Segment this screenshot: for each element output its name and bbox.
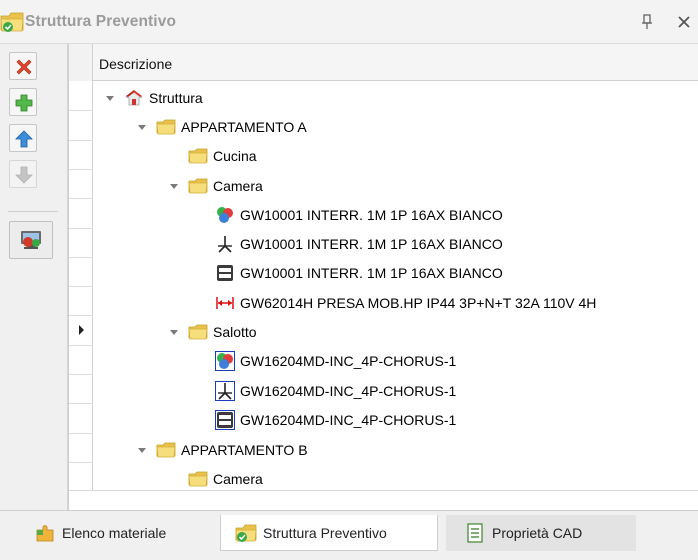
tree-node-label: GW62014H PRESA MOB.HP IP44 3P+N+T 32A 11… [240, 294, 597, 311]
tree-grid: Descrizione Struttura APPARTAMENTO A Cuc… [68, 44, 698, 510]
folder-icon [156, 117, 176, 137]
column-header-descrizione[interactable]: Descrizione [99, 56, 172, 72]
green-plus-icon [15, 94, 33, 112]
tree-node[interactable]: Salotto [169, 317, 257, 346]
tree-node-label: Struttura [149, 89, 203, 106]
tab-label: Proprietà CAD [492, 525, 583, 541]
bottom-tab-bar: Elenco materiale Struttura Preventivo Pr… [0, 510, 698, 560]
blue-up-arrow-icon [15, 130, 33, 148]
tree-node[interactable]: GW10001 INTERR. 1M 1P 16AX BIANCO [215, 200, 503, 229]
tree-node[interactable]: Camera [169, 171, 263, 200]
tree-node[interactable]: GW16204MD-INC_4P-CHORUS-1 [215, 405, 456, 434]
tree-node[interactable]: Cucina [188, 141, 257, 170]
panel-title: Struttura Preventivo [25, 13, 177, 30]
outlet-box-icon [215, 263, 235, 283]
chevron-down-icon[interactable] [169, 181, 179, 191]
chevron-down-icon[interactable] [137, 445, 147, 455]
tree-node[interactable]: GW10001 INTERR. 1M 1P 16AX BIANCO [215, 229, 503, 258]
tree-node-label: APPARTAMENTO A [181, 118, 307, 135]
row-separator [69, 403, 93, 404]
tab-label: Struttura Preventivo [263, 524, 387, 541]
import-button[interactable] [9, 221, 53, 259]
row-separator [69, 286, 93, 287]
tree-node[interactable]: APPARTAMENTO B [137, 435, 308, 464]
row-separator [69, 345, 93, 346]
tree-node-label: Cucina [213, 147, 257, 164]
tree-node-label: GW10001 INTERR. 1M 1P 16AX BIANCO [240, 206, 503, 223]
tab-proprieta-cad[interactable]: Proprietà CAD [446, 515, 636, 551]
row-separator [69, 198, 93, 199]
tree-node[interactable]: GW16204MD-INC_4P-CHORUS-1 [215, 376, 456, 405]
pin-icon[interactable] [640, 14, 654, 30]
outlet-box-icon [215, 409, 235, 430]
schematic-symbol-icon [215, 380, 235, 401]
folder-check-icon [0, 12, 24, 32]
row-indicator-column [69, 81, 93, 491]
tree-node-label: GW16204MD-INC_4P-CHORUS-1 [240, 352, 457, 369]
computer-add-icon [21, 231, 41, 249]
tree-node-label: Camera [213, 470, 263, 487]
tree-node-label: GW16204MD-INC_4P-CHORUS-1 [240, 382, 457, 399]
row-separator [69, 257, 93, 258]
tree-node[interactable]: GW16204MD-INC_4P-CHORUS-1 [215, 346, 456, 375]
row-separator [69, 462, 93, 463]
row-separator [69, 315, 93, 316]
folder-check-icon [235, 524, 257, 542]
red-dimension-icon [215, 293, 235, 313]
puzzle-icon [36, 525, 54, 542]
tree-node[interactable]: Camera [188, 464, 263, 493]
tree-node-label: APPARTAMENTO B [181, 441, 308, 458]
properties-list-icon [467, 523, 483, 543]
row-indicator-header [69, 44, 93, 81]
folder-icon [188, 322, 208, 342]
folder-icon [188, 469, 208, 489]
toolbar-separator [8, 211, 58, 212]
tree-node[interactable]: Struttura [105, 83, 203, 112]
folder-icon [188, 146, 208, 166]
row-separator [69, 110, 93, 111]
focused-row-indicator [79, 325, 84, 335]
tree-node-label: Camera [213, 177, 263, 194]
grid-header: Descrizione [69, 44, 698, 81]
panel-title-bar: Struttura Preventivo [0, 0, 698, 44]
chevron-down-icon[interactable] [105, 93, 115, 103]
tree-node[interactable]: GW10001 INTERR. 1M 1P 16AX BIANCO [215, 258, 503, 287]
close-icon[interactable] [675, 13, 693, 31]
red-x-icon [16, 59, 32, 75]
folder-icon [156, 440, 176, 460]
tree-node[interactable]: APPARTAMENTO A [137, 112, 307, 141]
house-icon [124, 88, 144, 108]
tree-node-label: GW16204MD-INC_4P-CHORUS-1 [240, 411, 457, 428]
row-separator [69, 169, 93, 170]
move-down-button[interactable] [9, 160, 37, 188]
gray-down-arrow-icon [15, 166, 33, 184]
folder-icon [188, 176, 208, 196]
row-separator [69, 140, 93, 141]
tab-label: Elenco materiale [62, 525, 167, 541]
row-separator [69, 433, 93, 434]
row-separator [69, 228, 93, 229]
chevron-down-icon[interactable] [137, 122, 147, 132]
side-toolbar [0, 44, 68, 510]
colored-spheres-icon [215, 205, 235, 225]
row-separator [69, 374, 93, 375]
schematic-symbol-icon [215, 234, 235, 254]
tree-node-label: GW10001 INTERR. 1M 1P 16AX BIANCO [240, 235, 503, 252]
tree-node-label: GW10001 INTERR. 1M 1P 16AX BIANCO [240, 264, 503, 281]
tab-struttura-preventivo[interactable]: Struttura Preventivo [220, 515, 438, 551]
move-up-button[interactable] [9, 124, 37, 152]
add-button[interactable] [9, 88, 37, 116]
delete-button[interactable] [9, 52, 37, 80]
colored-spheres-icon [215, 350, 235, 371]
tree-node-label: Salotto [213, 323, 257, 340]
tab-elenco-materiale[interactable]: Elenco materiale [34, 515, 214, 551]
grid-footer [69, 490, 698, 510]
tree-node[interactable]: GW62014H PRESA MOB.HP IP44 3P+N+T 32A 11… [215, 288, 596, 317]
chevron-down-icon[interactable] [169, 327, 179, 337]
